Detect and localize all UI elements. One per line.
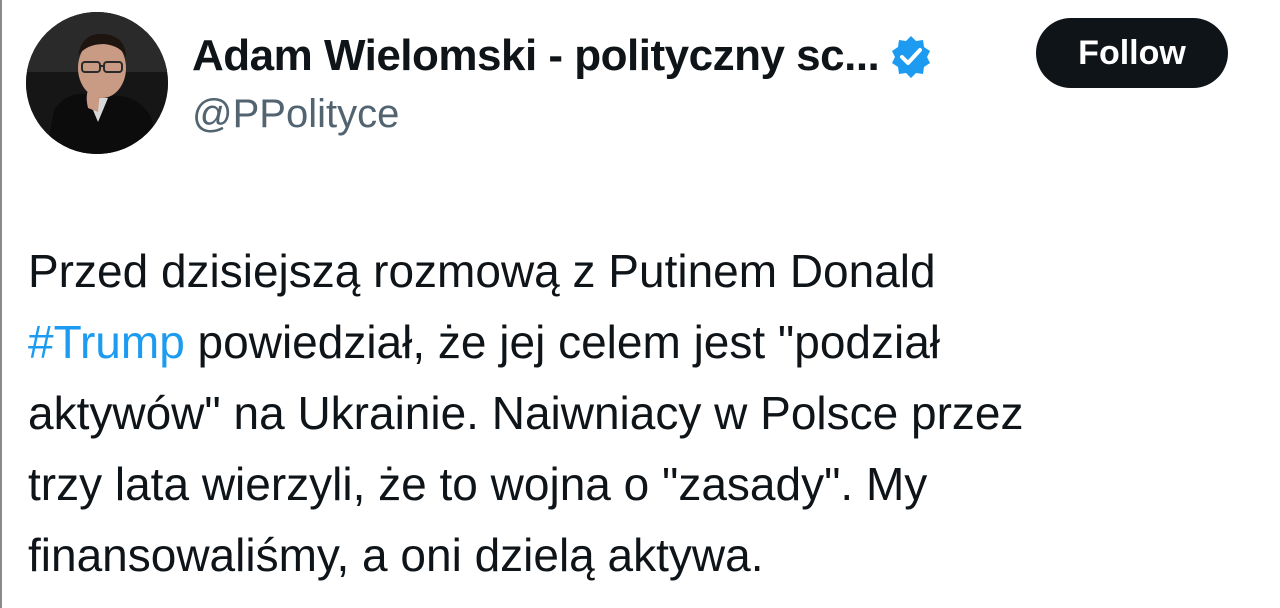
author-handle[interactable]: @PPolityce: [192, 92, 399, 137]
window-edge: [0, 0, 2, 608]
hashtag-link[interactable]: #Trump: [28, 316, 185, 368]
tweet-line: finansowaliśmy, a oni dzielą aktywa.: [28, 529, 764, 581]
author-display-name[interactable]: Adam Wielomski - polityczny sc...: [192, 31, 880, 81]
tweet-line: trzy lata wierzyli, że to wojna o "zasad…: [28, 458, 928, 510]
author-name-row: Adam Wielomski - polityczny sc...: [192, 28, 933, 84]
tweet-text: Przed dzisiejszą rozmową z Putinem Donal…: [28, 236, 1258, 591]
tweet-line-text: powiedział, że jej celem jest "podział: [184, 316, 941, 368]
tweet-line: #Trump powiedział, że jej celem jest "po…: [28, 307, 1258, 378]
tweet-line: Przed dzisiejszą rozmową z Putinem Donal…: [28, 245, 936, 297]
avatar[interactable]: [26, 12, 168, 154]
avatar-photo: [26, 12, 168, 154]
tweet-line: aktywów" na Ukrainie. Naiwniacy w Polsce…: [28, 387, 1024, 439]
follow-button[interactable]: Follow: [1036, 18, 1228, 88]
verified-badge-icon: [889, 34, 933, 78]
